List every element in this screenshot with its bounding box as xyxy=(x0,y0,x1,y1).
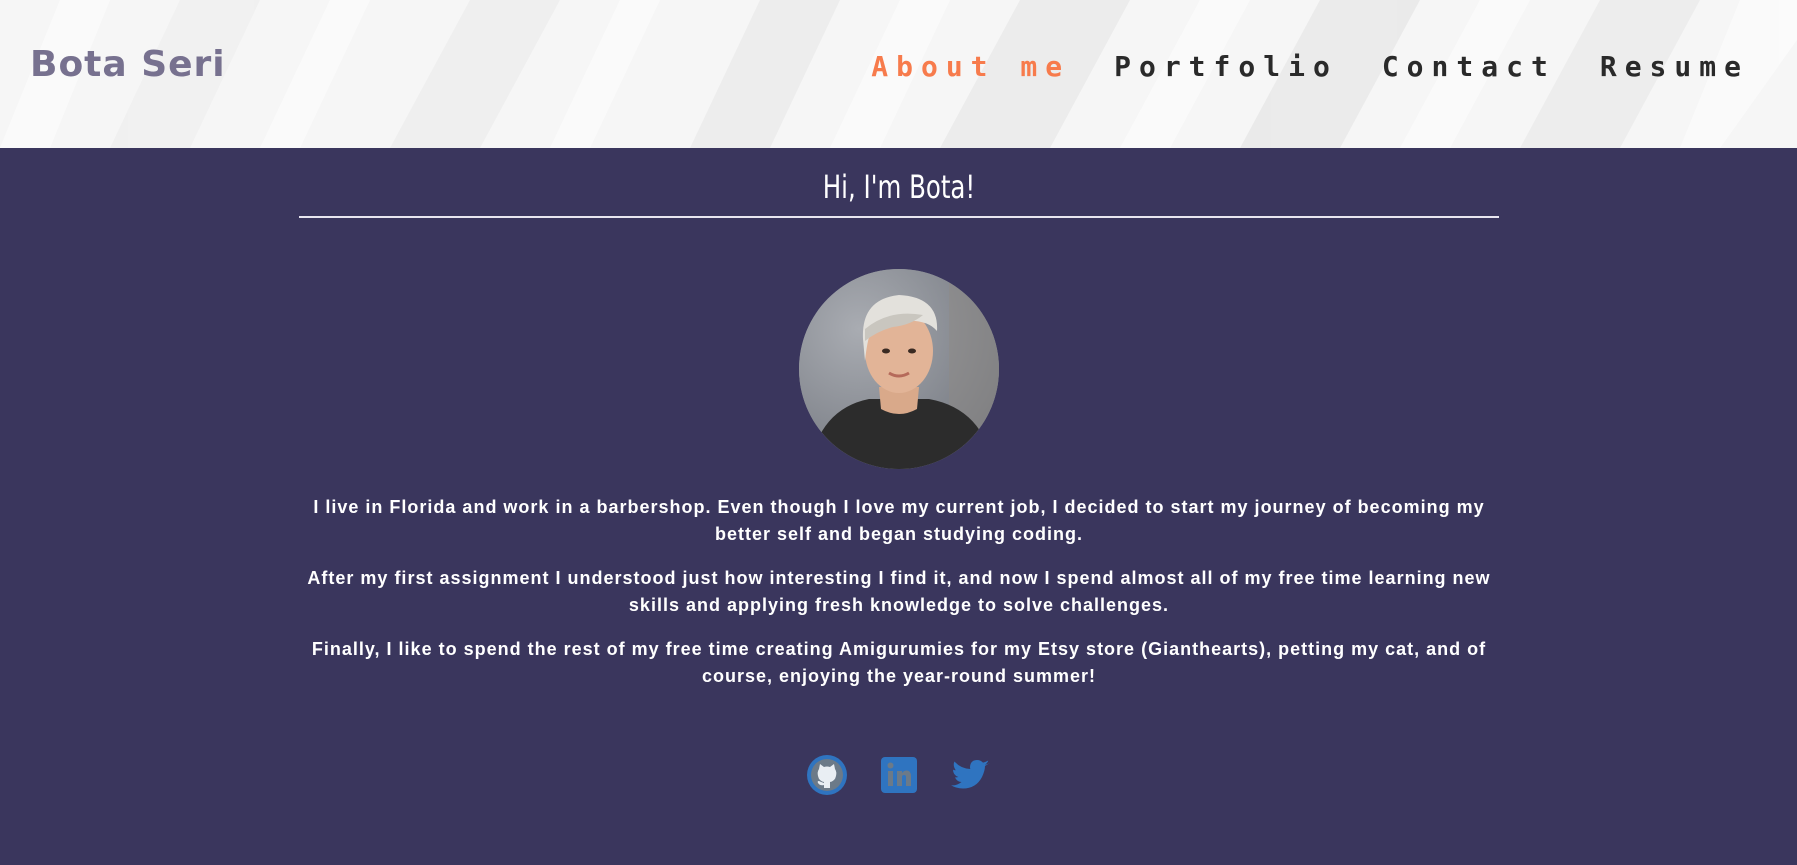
bio-text: I live in Florida and work in a barbersh… xyxy=(299,494,1499,707)
site-header: Bota Seri About me Portfolio Contact Res… xyxy=(0,0,1797,148)
nav-resume[interactable]: Resume xyxy=(1600,50,1749,83)
title-divider xyxy=(299,216,1499,218)
linkedin-icon xyxy=(880,757,917,793)
bio-paragraph: Finally, I like to spend the rest of my … xyxy=(311,639,1487,686)
nav-about-me[interactable]: About me xyxy=(871,50,1070,83)
github-icon xyxy=(806,755,847,795)
social-links xyxy=(0,754,1797,796)
github-link[interactable] xyxy=(806,754,848,796)
main-nav: About me Portfolio Contact Resume xyxy=(871,50,1749,83)
linkedin-link[interactable] xyxy=(878,754,920,796)
bio-paragraph: I live in Florida and work in a barbersh… xyxy=(313,497,1485,544)
nav-portfolio[interactable]: Portfolio xyxy=(1114,50,1338,83)
site-brand[interactable]: Bota Seri xyxy=(30,44,226,85)
twitter-link[interactable] xyxy=(950,754,992,796)
twitter-icon xyxy=(950,760,990,789)
nav-contact[interactable]: Contact xyxy=(1382,50,1556,83)
avatar-photo xyxy=(799,269,999,469)
page-title: Hi, I'm Bota! xyxy=(822,168,976,206)
about-section: Hi, I'm Bota! I live in Florida and work… xyxy=(0,148,1797,865)
avatar xyxy=(799,269,999,469)
bio-paragraph: After my first assignment I understood j… xyxy=(307,568,1491,615)
